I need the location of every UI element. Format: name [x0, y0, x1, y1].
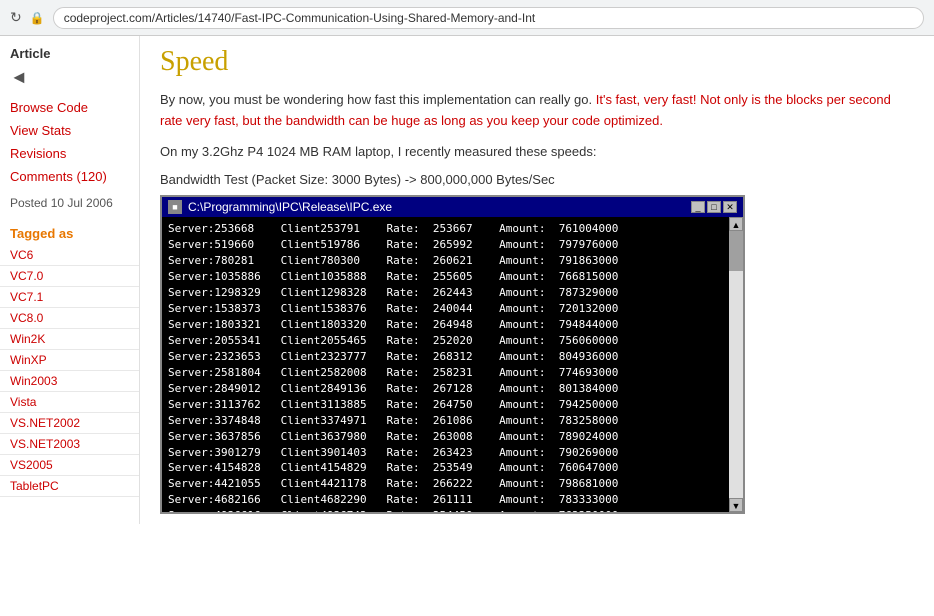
sidebar-tag-vc80[interactable]: VC8.0	[0, 308, 139, 329]
terminal-content-area: Server:253668 Client253791 Rate: 253667 …	[162, 217, 743, 512]
sidebar-link-browse-code[interactable]: Browse Code	[0, 96, 139, 119]
browser-bar: ↻ 🔒	[0, 0, 934, 36]
page-layout: Article ◄ Browse Code View Stats Revisio…	[0, 36, 934, 524]
terminal-body: Server:253668 Client253791 Rate: 253667 …	[162, 217, 743, 512]
scroll-track	[729, 231, 743, 498]
bandwidth-label: Bandwidth Test (Packet Size: 3000 Bytes)…	[160, 172, 914, 187]
scroll-down-arrow[interactable]: ▼	[729, 498, 743, 512]
terminal-icon: ■	[168, 200, 182, 214]
lock-icon: 🔒	[30, 11, 45, 25]
sidebar-tag-vsnet2003[interactable]: VS.NET2003	[0, 434, 139, 455]
sidebar-tag-vc6[interactable]: VC6	[0, 245, 139, 266]
sidebar-tag-winxp[interactable]: WinXP	[0, 350, 139, 371]
sidebar-tag-vc70[interactable]: VC7.0	[0, 266, 139, 287]
sidebar-tag-vsnet2002[interactable]: VS.NET2002	[0, 413, 139, 434]
sidebar-link-view-stats[interactable]: View Stats	[0, 119, 139, 142]
back-arrow: ◄	[0, 67, 139, 88]
speed-paragraph: On my 3.2Ghz P4 1024 MB RAM laptop, I re…	[160, 142, 914, 163]
sidebar: Article ◄ Browse Code View Stats Revisio…	[0, 36, 140, 524]
terminal-scrollbar[interactable]: ▲ ▼	[729, 217, 743, 512]
sidebar-tag-vista[interactable]: Vista	[0, 392, 139, 413]
sidebar-tagged-title: Tagged as	[0, 218, 139, 245]
sidebar-tag-tabletpc[interactable]: TabletPC	[0, 476, 139, 497]
intro-paragraph: By now, you must be wondering how fast t…	[160, 90, 914, 132]
main-content: Speed By now, you must be wondering how …	[140, 36, 934, 524]
terminal-restore-btn[interactable]: □	[707, 201, 721, 213]
refresh-icon[interactable]: ↻	[10, 9, 22, 26]
sidebar-tag-vs2005[interactable]: VS2005	[0, 455, 139, 476]
terminal-window: ■ C:\Programming\IPC\Release\IPC.exe _ □…	[160, 195, 745, 514]
terminal-minimize-btn[interactable]: _	[691, 201, 705, 213]
sidebar-tag-win2k[interactable]: Win2K	[0, 329, 139, 350]
sidebar-link-revisions[interactable]: Revisions	[0, 142, 139, 165]
terminal-titlebar: ■ C:\Programming\IPC\Release\IPC.exe _ □…	[162, 197, 743, 217]
scroll-thumb[interactable]	[729, 231, 743, 271]
terminal-title: C:\Programming\IPC\Release\IPC.exe	[188, 200, 392, 214]
terminal-title-left: ■ C:\Programming\IPC\Release\IPC.exe	[168, 200, 392, 214]
terminal-controls: _ □ ✕	[691, 201, 737, 213]
section-title: Speed	[160, 46, 914, 78]
terminal-text: Server:253668 Client253791 Rate: 253667 …	[168, 221, 737, 512]
sidebar-tag-win2003[interactable]: Win2003	[0, 371, 139, 392]
sidebar-tag-vc71[interactable]: VC7.1	[0, 287, 139, 308]
url-bar[interactable]	[53, 7, 924, 29]
sidebar-article-title: Article	[0, 36, 139, 67]
sidebar-link-comments[interactable]: Comments (120)	[0, 165, 139, 188]
scroll-up-arrow[interactable]: ▲	[729, 217, 743, 231]
terminal-close-btn[interactable]: ✕	[723, 201, 737, 213]
intro-highlight: It's fast, very fast! Not only is the bl…	[160, 92, 891, 128]
sidebar-posted: Posted 10 Jul 2006	[0, 188, 139, 218]
